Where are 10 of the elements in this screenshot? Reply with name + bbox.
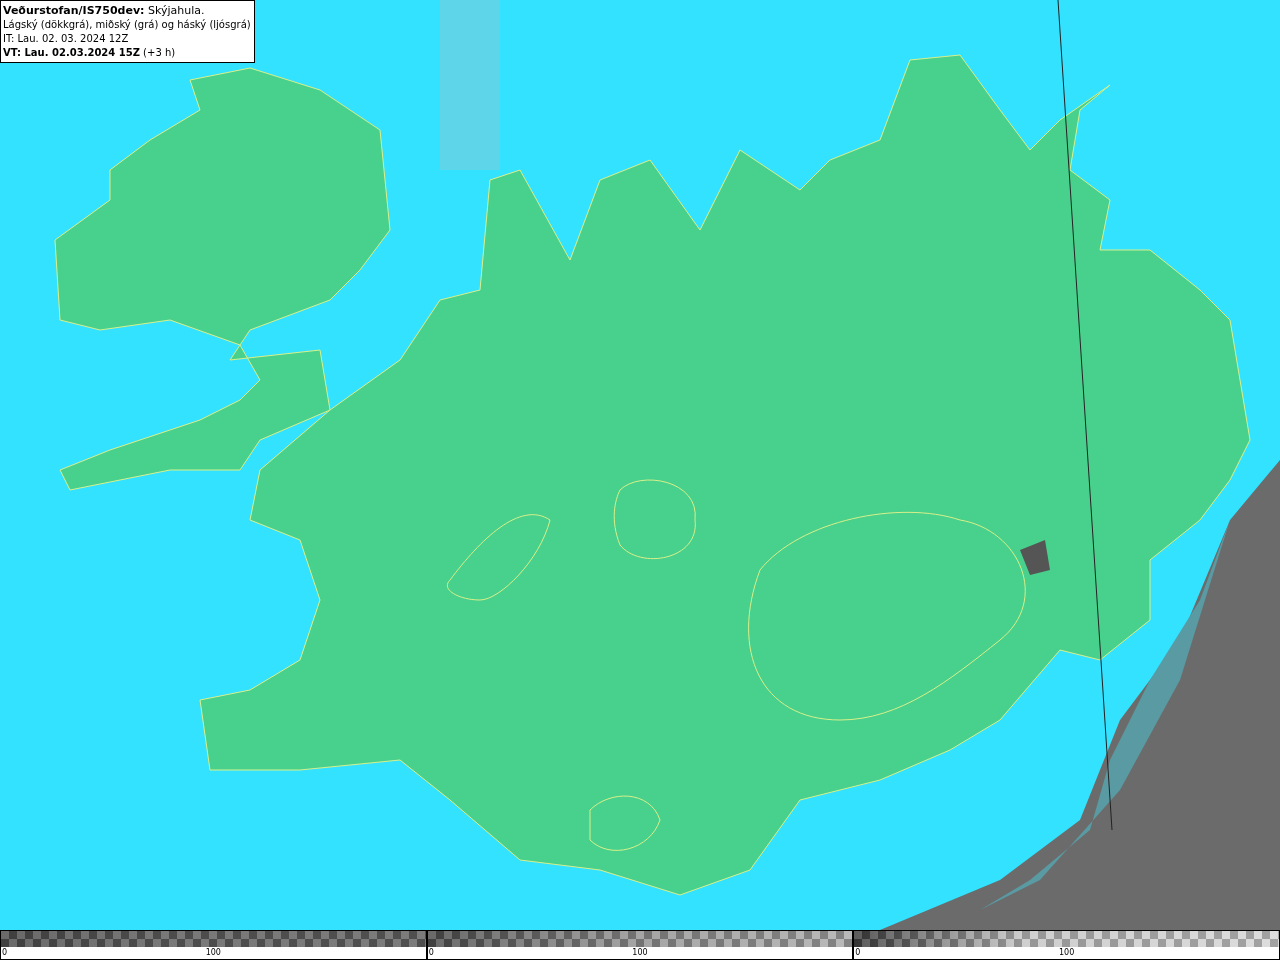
scale-label: 0 xyxy=(428,947,434,960)
scale-label: 0 xyxy=(855,947,861,960)
legend-text: Lágský (dökkgrá), miðský (grá) og háský (ljósgrá) xyxy=(3,18,251,32)
scale-label: 100 xyxy=(1059,947,1075,960)
scale-label: 100 xyxy=(205,947,221,960)
scale-label: 100 xyxy=(632,947,648,960)
scale-label: 0 xyxy=(2,947,8,960)
legend-text: IT: Lau. 02. 03. 2024 12Z xyxy=(3,32,130,46)
legend-text: VT: Lau. 02.03.2024 15Z (+3 h) xyxy=(3,46,177,60)
legend-text: Veðurstofan/IS750dev: Skýjahula. xyxy=(3,4,206,18)
